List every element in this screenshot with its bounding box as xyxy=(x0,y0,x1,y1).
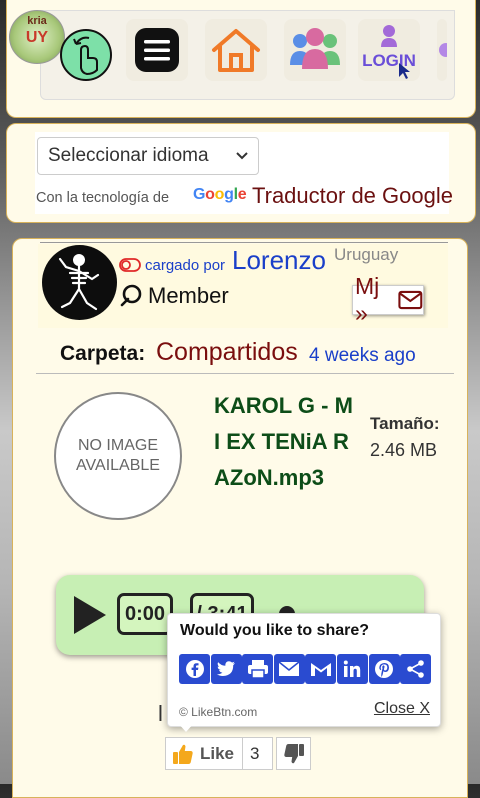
uploader-country: Uruguay xyxy=(334,245,399,264)
file-name: KAROL G - MI EX TENiA RAZoN.mp3 xyxy=(214,393,353,490)
share-facebook-button[interactable] xyxy=(179,654,210,684)
members-button[interactable] xyxy=(284,19,346,81)
home-button[interactable] xyxy=(205,19,267,81)
play-icon[interactable] xyxy=(66,592,112,638)
like-label: Like xyxy=(200,743,235,763)
like-button[interactable]: Like 3 xyxy=(165,737,273,770)
uploader-name-link[interactable]: Lorenzo xyxy=(232,245,326,276)
file-size-label: Tamaño: xyxy=(370,414,440,433)
no-image-placeholder: NO IMAGE AVAILABLE xyxy=(54,392,182,520)
share-buttons xyxy=(179,654,432,684)
divider xyxy=(36,373,454,374)
no-image-text-line1: NO IMAGE xyxy=(77,437,158,454)
partial-text: l xyxy=(158,701,163,726)
home-icon xyxy=(212,29,260,72)
share-linkedin-button[interactable] xyxy=(336,654,368,684)
likebtn-credit[interactable]: © LikeBtn.com xyxy=(179,705,257,719)
members-icon xyxy=(290,28,340,69)
partial-tile[interactable] xyxy=(437,19,447,81)
no-image-text-line2: AVAILABLE xyxy=(76,457,160,474)
login-icon: LOGIN xyxy=(362,25,416,79)
private-message-label: Mj » xyxy=(355,273,380,326)
menu-button[interactable] xyxy=(126,19,188,81)
chevron-down-icon xyxy=(236,152,248,160)
login-button[interactable]: LOGIN xyxy=(358,19,420,81)
share-more-button[interactable] xyxy=(400,654,432,684)
like-separator xyxy=(242,738,243,769)
hand-gesture-button[interactable] xyxy=(58,28,114,82)
facebook-icon xyxy=(185,660,204,678)
share-twitter-button[interactable] xyxy=(210,654,242,684)
popup-arrow xyxy=(178,723,194,732)
language-select-value: Seleccionar idioma xyxy=(48,145,209,166)
current-time: 0:00 xyxy=(117,593,173,635)
hamburger-menu-icon xyxy=(135,28,179,72)
envelope-icon xyxy=(398,290,423,310)
print-icon xyxy=(247,660,268,679)
thumbs-down-icon xyxy=(283,743,304,763)
thumbs-up-icon xyxy=(173,744,193,764)
file-size-value: 2.46 MB xyxy=(370,440,438,460)
folder-label: Carpeta: xyxy=(60,342,146,365)
powered-by-text: Con la tecnología de xyxy=(36,190,170,206)
email-icon xyxy=(278,661,300,676)
member-role: Member xyxy=(148,283,229,308)
skeleton-avatar-image xyxy=(58,254,100,311)
logo-text-top: kria xyxy=(27,15,47,27)
share-print-button[interactable] xyxy=(242,654,274,684)
google-logo: Google xyxy=(193,186,247,203)
twitter-icon xyxy=(216,661,236,677)
private-message-button[interactable]: Mj » xyxy=(352,273,424,326)
avatar[interactable] xyxy=(42,245,117,320)
site-logo[interactable]: kria UY xyxy=(9,10,65,64)
translator-link[interactable]: Traductor de Google xyxy=(252,183,453,209)
uploaded-by-label: cargado por xyxy=(145,257,226,274)
share-pinterest-button[interactable] xyxy=(368,654,400,684)
share-icon xyxy=(406,660,424,678)
pinterest-icon xyxy=(375,660,394,678)
like-count: 3 xyxy=(250,744,260,763)
close-share-button[interactable]: Close X xyxy=(374,700,430,718)
toggle-icon xyxy=(119,258,141,272)
partial-tile-icon xyxy=(439,43,447,57)
hand-gesture-icon xyxy=(60,29,112,81)
language-select[interactable]: Seleccionar idioma xyxy=(37,137,259,175)
dislike-button[interactable] xyxy=(276,737,311,770)
divider xyxy=(40,242,448,243)
logo-text-bottom: UY xyxy=(25,29,49,46)
folder-link[interactable]: Compartidos xyxy=(156,338,298,367)
share-title: Would you like to share? xyxy=(180,622,370,639)
linkedin-icon xyxy=(344,660,361,677)
share-popup: Would you like to share? © LikeBtn.com C… xyxy=(167,613,441,727)
upload-time: 4 weeks ago xyxy=(309,345,416,366)
share-email-button[interactable] xyxy=(273,654,305,684)
member-icon xyxy=(120,284,142,307)
share-gmail-button[interactable] xyxy=(305,654,337,684)
svg-text:LOGIN: LOGIN xyxy=(362,51,416,70)
gmail-icon xyxy=(310,663,331,676)
